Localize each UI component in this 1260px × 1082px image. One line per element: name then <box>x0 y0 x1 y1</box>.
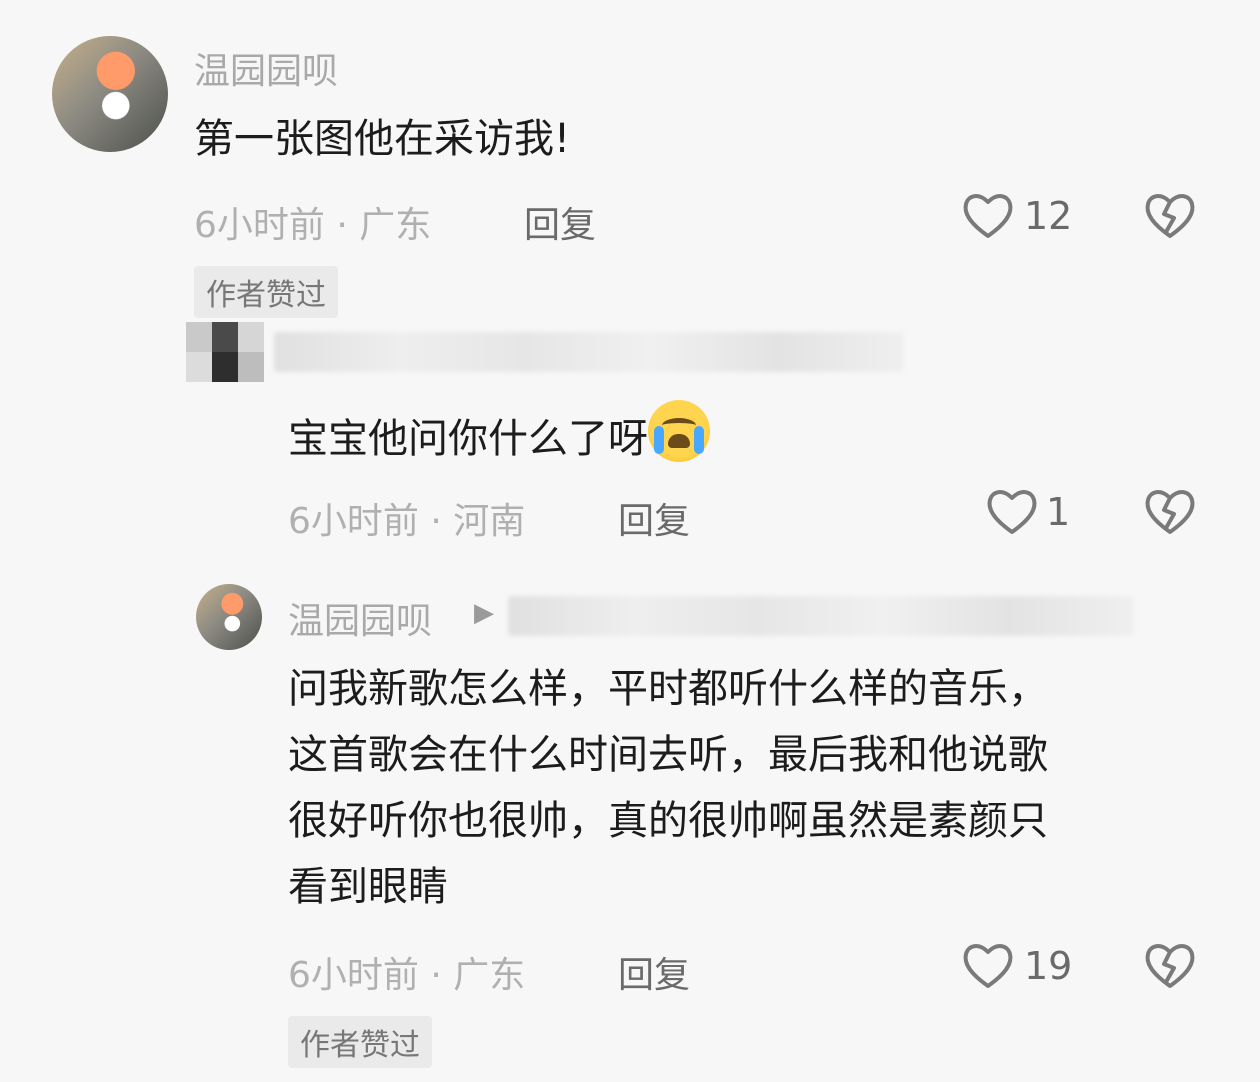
reply-target-redacted <box>508 596 1134 636</box>
comment-text: 第一张图他在采访我! <box>194 116 571 162</box>
heart-outline-icon[interactable] <box>962 942 1014 990</box>
reply-button[interactable]: 回复 <box>524 196 596 248</box>
comment-username[interactable]: 温园园呗 <box>194 42 338 94</box>
heart-outline-icon[interactable] <box>986 488 1038 536</box>
like-count: 1 <box>1046 490 1071 534</box>
loudly-crying-face-emoji <box>648 400 710 462</box>
broken-heart-icon[interactable] <box>1144 488 1196 536</box>
avatar[interactable] <box>196 584 262 650</box>
reply-button[interactable]: 回复 <box>618 946 690 998</box>
broken-heart-icon[interactable] <box>1144 942 1196 990</box>
like-count: 12 <box>1024 194 1073 238</box>
comment-meta: 6小时前 · 广东 <box>288 955 526 996</box>
like-count: 19 <box>1024 944 1073 988</box>
author-liked-badge: 作者赞过 <box>288 1016 432 1068</box>
avatar[interactable] <box>52 36 168 152</box>
play-triangle-icon: ▶ <box>474 598 494 628</box>
username-redacted <box>274 332 904 372</box>
broken-heart-icon[interactable] <box>1144 192 1196 240</box>
reply-button[interactable]: 回复 <box>618 492 690 544</box>
heart-outline-icon[interactable] <box>962 192 1014 240</box>
comment-username[interactable]: 温园园呗 <box>288 592 432 644</box>
comment-meta: 6小时前 · 河南 <box>288 501 526 542</box>
comment-text: 问我新歌怎么样，平时都听什么样的音乐， 这首歌会在什么时间去听，最后我和他说歌 … <box>288 666 1048 910</box>
avatar-blur-row <box>186 352 264 382</box>
avatar[interactable] <box>186 322 264 352</box>
comment-text: 宝宝他问你什么了呀 <box>288 400 710 472</box>
author-liked-badge: 作者赞过 <box>194 266 338 318</box>
comment-meta: 6小时前 · 广东 <box>194 205 432 246</box>
